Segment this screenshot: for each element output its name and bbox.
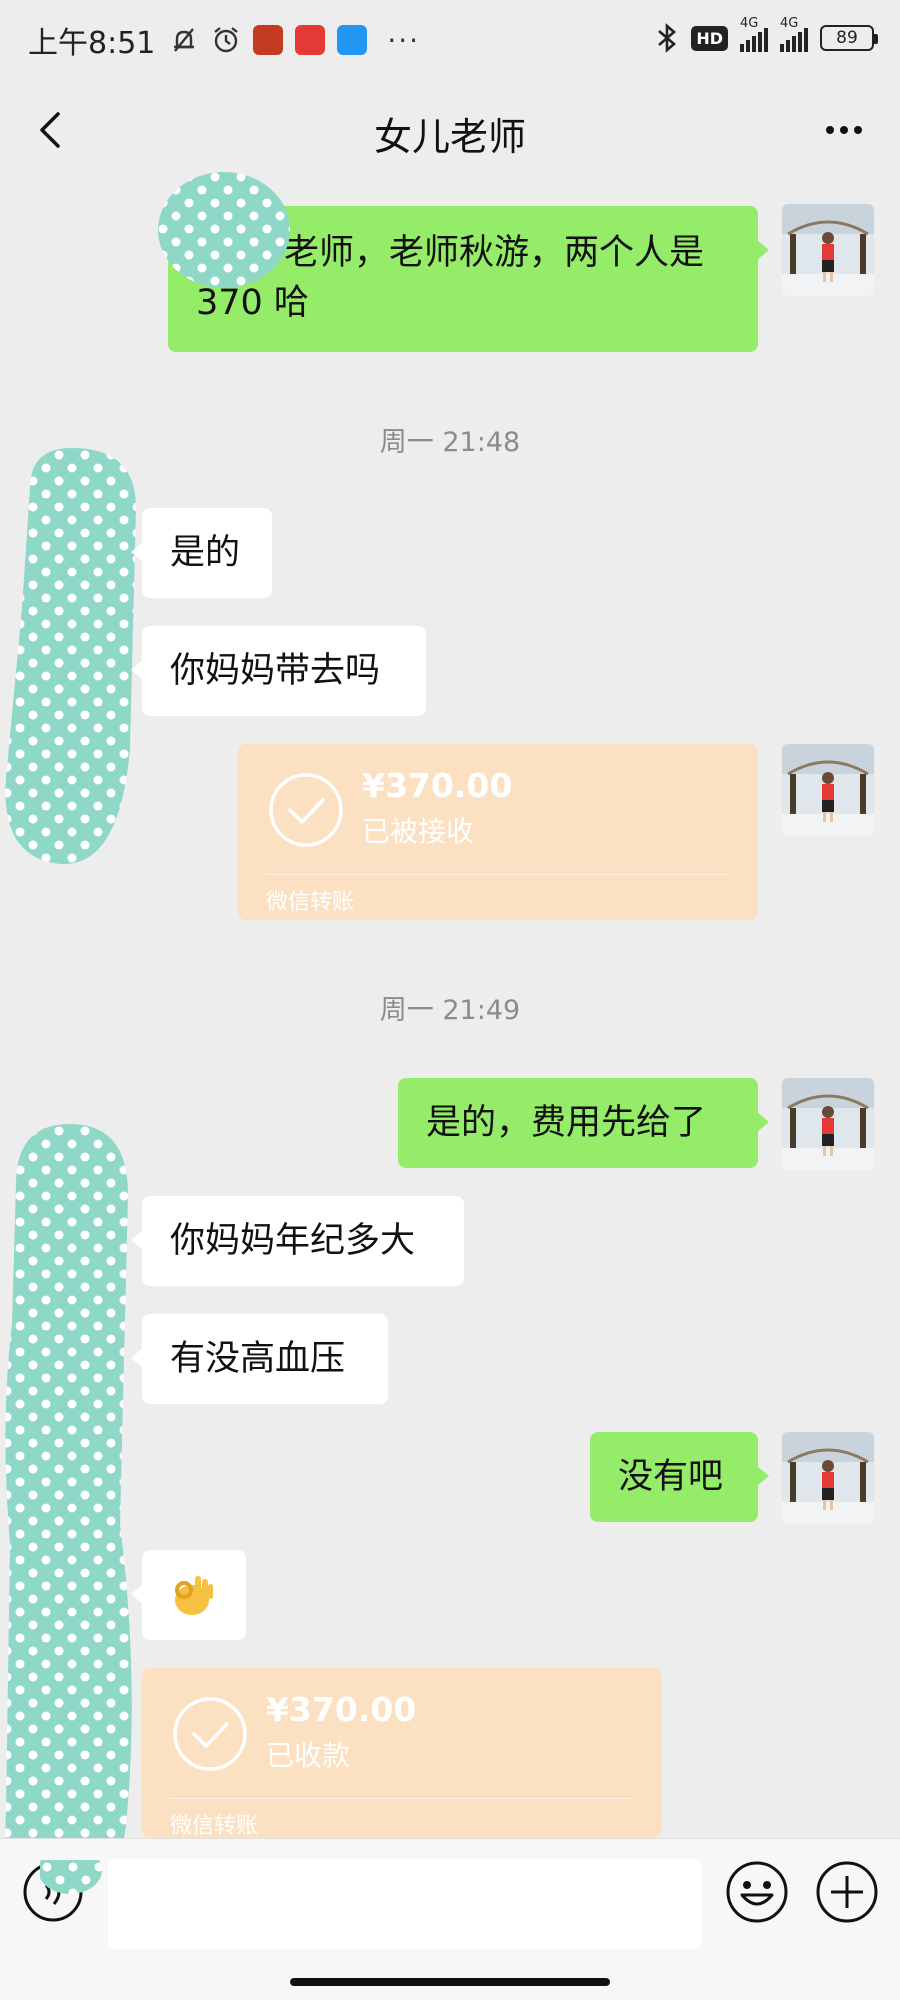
redaction-mask [5, 1124, 132, 1901]
message-input[interactable] [108, 1859, 702, 1949]
transfer-card-received[interactable]: ¥370.00 已收款 微信转账 [142, 1668, 662, 1839]
transfer-source: 微信转账 [170, 1814, 259, 1839]
message-text: 有没高血压 [170, 1339, 346, 1379]
battery-level: 89 [836, 28, 858, 48]
battery-icon: 89 [820, 25, 878, 51]
alarm-icon [214, 27, 239, 53]
chat-title: 女儿老师 [373, 115, 526, 159]
news-app-icon [295, 25, 326, 55]
status-time: 上午8:51 [28, 26, 156, 61]
sent-message-bubble[interactable]: 是的，费用先给了 [398, 1078, 769, 1168]
check-circle-icon [173, 1697, 247, 1771]
transfer-source: 微信转账 [266, 890, 355, 915]
music-app-icon [253, 25, 284, 55]
received-message-bubble[interactable]: 你妈妈年纪多大 [131, 1196, 464, 1286]
message-text: 你妈妈年纪多大 [170, 1221, 416, 1261]
my-avatar[interactable] [782, 1078, 874, 1170]
timestamp: 周一 21:49 [379, 995, 521, 1026]
check-circle-icon [269, 773, 343, 847]
messenger-app-icon [337, 25, 368, 55]
sent-message-bubble[interactable]: 没有吧 [590, 1432, 769, 1522]
status-bar: 上午8:51 ··· HD 4G 4G 89 [0, 0, 900, 80]
divider [170, 1798, 634, 1799]
transfer-status: 已收款 [266, 1739, 351, 1772]
emoji-icon[interactable] [724, 1859, 790, 1925]
redaction-mask [5, 448, 136, 865]
ok-hand-icon [175, 1576, 213, 1615]
message-text: 是的，费用先给了 [426, 1103, 707, 1143]
transfer-amount: ¥370.00 [362, 766, 513, 805]
received-message-bubble[interactable]: 有没高血压 [131, 1314, 388, 1404]
home-indicator[interactable] [290, 1978, 610, 1986]
hd-badge: HD [691, 25, 728, 51]
redaction-mask [40, 1860, 102, 1894]
message-text: 没有吧 [618, 1457, 724, 1497]
more-dots-icon[interactable] [812, 102, 876, 158]
message-text: 是的 [170, 533, 241, 573]
chat-header: 女儿老师 [0, 80, 900, 180]
transfer-status: 已被接收 [362, 815, 475, 848]
divider [266, 874, 730, 875]
received-message-bubble[interactable]: 你妈妈带去吗 [131, 626, 426, 716]
my-avatar[interactable] [782, 744, 874, 836]
signal-icon-1: 4G [740, 16, 768, 52]
input-bar [0, 1838, 900, 2000]
more-notifications-icon: ··· [387, 23, 421, 57]
received-emoji-bubble[interactable] [131, 1550, 246, 1640]
bluetooth-icon [658, 23, 677, 53]
transfer-card-sent[interactable]: ¥370.00 已被接收 微信转账 [238, 744, 758, 920]
plus-icon[interactable] [814, 1859, 880, 1925]
redaction-mask [158, 172, 290, 288]
transfer-amount: ¥370.00 [266, 1690, 417, 1729]
my-avatar[interactable] [782, 204, 874, 296]
notification-off-icon [174, 28, 195, 52]
received-message-bubble[interactable]: 是的 [131, 508, 272, 598]
my-avatar[interactable] [782, 1432, 874, 1524]
message-text: 你妈妈带去吗 [170, 651, 381, 691]
signal-icon-2: 4G [780, 16, 808, 52]
